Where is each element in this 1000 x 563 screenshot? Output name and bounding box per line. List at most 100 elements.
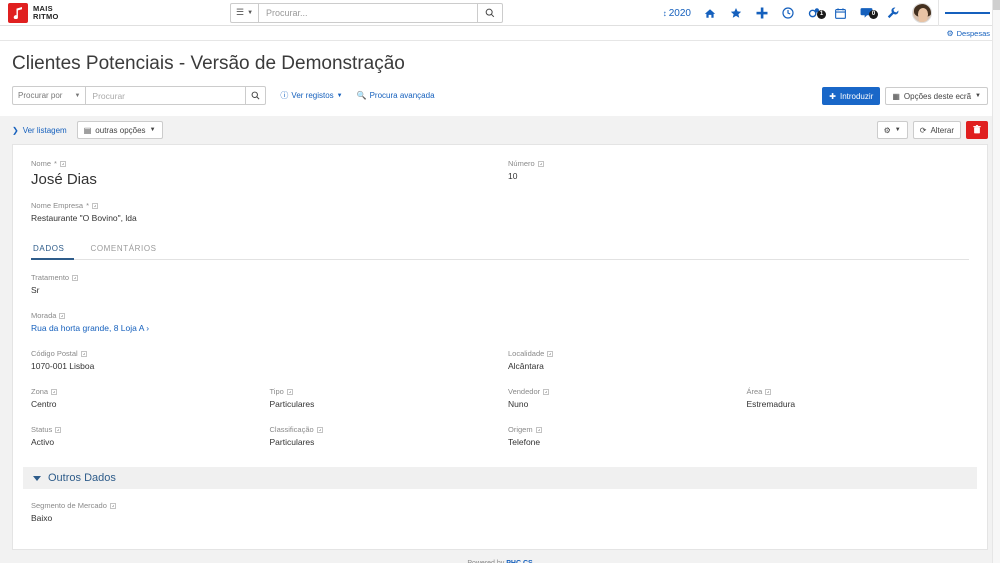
screen-options-button[interactable]: ▦ Opções deste ecrã ▼ — [885, 87, 988, 105]
row-nome-empresa: Nome Empresa * Restaurante "O Bovino", l… — [23, 201, 977, 236]
user-avatar[interactable] — [912, 3, 932, 23]
chevron-down-icon: ▼ — [247, 9, 254, 16]
field-tipo-label: Tipo — [270, 387, 493, 396]
required-marker: * — [86, 201, 90, 210]
settings-dropdown-button[interactable]: ⚙ ▼ — [876, 121, 908, 139]
record-search-submit-button[interactable] — [246, 86, 267, 105]
field-info-icon[interactable] — [547, 350, 554, 357]
home-icon[interactable] — [697, 8, 723, 19]
other-options-button[interactable]: ▤ outras opções ▼ — [76, 121, 163, 139]
top-navigation-bar: MAIS RITMO ☰ ▼ ↕ 2020 — [0, 0, 1000, 26]
field-tratamento-label: Tratamento — [31, 273, 492, 282]
field-zona-label: Zona — [31, 387, 254, 396]
other-options-label: outras opções — [95, 125, 146, 135]
list-icon: ▤ — [83, 125, 92, 135]
top-bar-icon-group: ↕ 2020 1 0 — [663, 0, 1000, 26]
view-listing-link[interactable]: ❯ Ver listagem — [12, 126, 67, 135]
field-info-icon[interactable] — [59, 312, 66, 319]
search-by-label: Procurar por — [18, 91, 63, 100]
year-selector[interactable]: ↕ 2020 — [663, 8, 697, 19]
chevron-down-icon: ▼ — [74, 92, 81, 99]
despesas-link[interactable]: ⚙ Despesas — [946, 29, 990, 38]
record-detail-card: Nome * José Dias Número 10 Nome Empresa … — [12, 144, 988, 550]
chevron-down-icon: ▼ — [894, 127, 901, 133]
main-menu-icon[interactable] — [938, 0, 1000, 26]
edit-pencil-icon: ⟳ — [919, 125, 927, 135]
field-segmento-mercado: Segmento de Mercado Baixo — [23, 501, 500, 523]
search-scope-dropdown[interactable]: ☰ ▼ — [230, 2, 260, 23]
field-morada-value[interactable]: Rua da horta grande, 8 Loja A › — [31, 323, 492, 333]
despesas-label: Despesas — [956, 28, 990, 38]
scrollbar-thumb[interactable] — [993, 0, 1000, 10]
record-search-input[interactable] — [86, 86, 247, 105]
plus-icon: ✚ — [829, 91, 836, 101]
field-codigo-postal-label: Código Postal — [31, 349, 492, 358]
field-localidade-label-text: Localidade — [508, 349, 545, 358]
logo-wordmark: MAIS RITMO — [33, 4, 59, 21]
field-info-icon[interactable] — [109, 502, 116, 509]
field-tipo-value: Particulares — [269, 399, 315, 409]
introduzir-button[interactable]: ✚ Introduzir — [822, 87, 881, 105]
field-origem-label: Origem — [508, 425, 731, 434]
advanced-search-label: Procura avançada — [369, 91, 435, 100]
field-info-icon[interactable] — [535, 426, 542, 433]
tab-dados[interactable]: DADOS — [31, 240, 75, 260]
field-localidade-value: Alcântara — [508, 361, 544, 371]
field-nome-empresa-label-text: Nome Empresa — [31, 201, 84, 210]
row-zona-tipo-vendedor-area: Zona Centro Tipo Particulares Vendedor N… — [23, 387, 977, 425]
advanced-search-link[interactable]: 🔍 Procura avançada — [357, 91, 435, 100]
row-postal-localidade: Código Postal 1070-001 Lisboa Localidade… — [23, 349, 977, 387]
field-info-icon[interactable] — [537, 160, 544, 167]
alterar-button[interactable]: ⟳ Alterar — [912, 121, 961, 139]
field-info-icon[interactable] — [55, 426, 62, 433]
global-search-input[interactable] — [259, 2, 478, 23]
tab-comentarios[interactable]: COMENTÁRIOS — [88, 240, 166, 260]
field-nome-empresa-label: Nome Empresa * — [31, 201, 492, 210]
field-info-icon[interactable] — [286, 388, 293, 395]
field-info-icon[interactable] — [765, 388, 772, 395]
field-spacer — [739, 425, 978, 447]
field-info-icon[interactable] — [92, 202, 99, 209]
field-codigo-postal-label-text: Código Postal — [31, 349, 78, 358]
favorites-star-icon[interactable] — [723, 7, 749, 19]
introduzir-label: Introduzir — [839, 91, 874, 101]
field-origem: Origem Telefone — [500, 425, 739, 447]
secondary-bar: ⚙ Despesas — [0, 26, 1000, 41]
view-records-link[interactable]: ⓘ Ver registos ▼ — [280, 90, 342, 101]
field-nome-empresa: Nome Empresa * Restaurante "O Bovino", l… — [23, 201, 500, 223]
section-outros-dados-label: Outros Dados — [48, 472, 116, 484]
notifications-icon[interactable]: 1 — [801, 7, 828, 19]
delete-button[interactable] — [966, 121, 988, 139]
field-status-label-text: Status — [31, 425, 53, 434]
app-logo[interactable]: MAIS RITMO — [0, 0, 120, 25]
field-info-icon[interactable] — [51, 388, 58, 395]
field-info-icon[interactable] — [543, 388, 550, 395]
section-outros-dados[interactable]: Outros Dados — [23, 467, 977, 489]
info-circle-icon: ⓘ — [280, 91, 289, 100]
music-note-icon — [8, 2, 28, 23]
global-search-submit-button[interactable] — [477, 2, 504, 23]
add-plus-icon[interactable] — [749, 7, 775, 19]
clock-icon[interactable] — [775, 7, 801, 19]
field-area-value: Estremadura — [746, 399, 796, 409]
tools-wrench-icon[interactable] — [880, 7, 906, 19]
calendar-icon[interactable] — [828, 7, 853, 19]
chat-icon[interactable]: 0 — [853, 7, 880, 19]
field-tratamento: Tratamento Sr — [23, 273, 500, 295]
field-info-icon[interactable] — [72, 274, 79, 281]
field-info-icon[interactable] — [80, 350, 87, 357]
search-by-dropdown[interactable]: Procurar por ▼ — [12, 86, 87, 105]
field-classificacao-label-text: Classificação — [269, 425, 314, 434]
field-segmento-mercado-value: Baixo — [31, 513, 53, 523]
field-info-icon[interactable] — [316, 426, 323, 433]
field-info-icon[interactable] — [59, 160, 66, 167]
field-localidade: Localidade Alcântara — [500, 349, 977, 371]
field-morada-label: Morada — [31, 311, 492, 320]
field-segmento-mercado-label: Segmento de Mercado — [31, 501, 492, 510]
field-numero: Número 10 — [500, 159, 977, 188]
page-scrollbar[interactable] — [992, 0, 1000, 563]
updown-arrows-icon: ↕ — [662, 8, 667, 18]
field-vendedor: Vendedor Nuno — [500, 387, 739, 409]
year-value: 2020 — [668, 7, 691, 19]
field-nome-label-text: Nome — [31, 159, 52, 168]
